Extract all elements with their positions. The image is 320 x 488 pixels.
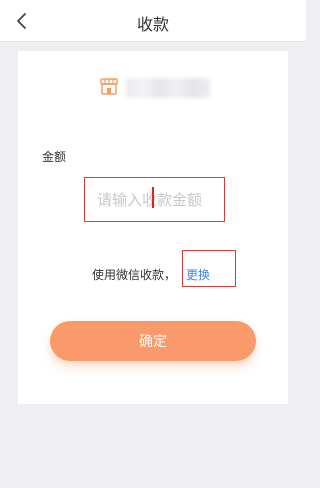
amount-label: 金额 xyxy=(42,150,67,164)
top-nav-bar: 收款 xyxy=(0,0,306,42)
amount-input[interactable] xyxy=(84,177,225,222)
shop-icon xyxy=(98,76,120,98)
shop-name-blurred xyxy=(126,78,210,98)
payment-card: 金额 使用微信收款， 更换 确定 xyxy=(18,51,288,404)
page-title: 收款 xyxy=(136,15,169,34)
payment-method-text: 使用微信收款， xyxy=(92,268,177,282)
text-cursor xyxy=(152,187,154,208)
change-payment-link[interactable]: 更换 xyxy=(186,266,210,283)
confirm-button[interactable]: 确定 xyxy=(50,321,256,361)
